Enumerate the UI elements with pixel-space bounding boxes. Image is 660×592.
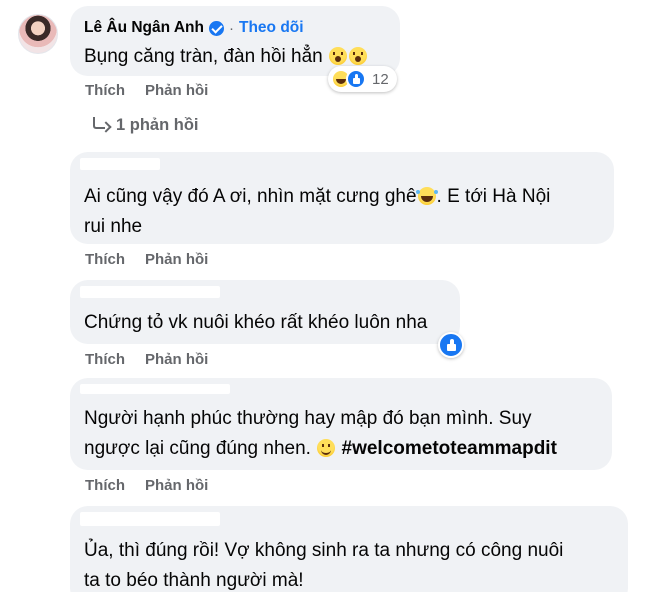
like-button[interactable]: Thích — [85, 477, 125, 494]
reply-button[interactable]: Phản hồi — [145, 251, 208, 268]
follow-button[interactable]: Theo dõi — [239, 19, 304, 37]
redacted-author-name — [80, 286, 220, 298]
comment-bubble-3: Chứng tỏ vk nuôi khéo rất khéo luôn nha — [70, 280, 460, 344]
view-replies-link[interactable]: 1 phản hồi — [90, 114, 199, 136]
comment-actions: Thích Phản hồi — [85, 82, 208, 99]
comment-actions: Thích Phản hồi — [85, 251, 208, 268]
reply-button[interactable]: Phản hồi — [145, 82, 208, 99]
comment-bubble-2: Ai cũng vậy đó A ơi, nhìn mặt cưng ghê. … — [70, 152, 614, 244]
comment-text: Chứng tỏ vk nuôi khéo rất khéo luôn nha — [84, 312, 428, 333]
comment-actions: Thích Phản hồi — [85, 351, 208, 368]
redacted-author-name — [80, 158, 160, 170]
hashtag-link[interactable]: #welcometoteammapdit — [342, 438, 557, 459]
comment-header: Lê Âu Ngân Anh · Theo dõi — [84, 16, 304, 40]
like-reaction-icon — [346, 69, 366, 89]
view-replies-label: 1 phản hồi — [116, 115, 199, 134]
comment-text: Bụng căng tràn, đàn hồi hẳn — [84, 42, 368, 72]
astonished-face-icon — [349, 47, 368, 65]
comment-author[interactable]: Lê Âu Ngân Anh — [84, 19, 204, 37]
smiling-face-icon — [317, 439, 336, 457]
comment-text: Ai cũng vậy đó A ơi, nhìn mặt cưng ghê. … — [84, 186, 551, 237]
like-reaction-icon[interactable] — [438, 332, 464, 358]
redacted-author-name — [80, 512, 220, 526]
like-button[interactable]: Thích — [85, 251, 125, 268]
astonished-face-icon — [329, 47, 348, 65]
reply-arrow-icon — [90, 116, 112, 134]
like-button[interactable]: Thích — [85, 351, 125, 368]
like-button[interactable]: Thích — [85, 82, 125, 99]
reply-button[interactable]: Phản hồi — [145, 477, 208, 494]
comment-text: Ủa, thì đúng rồi! Vợ không sinh ra ta nh… — [84, 540, 564, 591]
rolling-laughing-face-icon — [415, 187, 436, 205]
verified-badge-icon — [208, 20, 224, 36]
reaction-count: 12 — [372, 70, 389, 88]
redacted-author-name — [80, 384, 230, 394]
reply-button[interactable]: Phản hồi — [145, 351, 208, 368]
comment-text: Người hạnh phúc thường hay mập đó bạn mì… — [84, 408, 557, 459]
comment-actions: Thích Phản hồi — [85, 477, 208, 494]
reaction-summary[interactable]: 12 — [328, 66, 397, 92]
comment-bubble-5: Ủa, thì đúng rồi! Vợ không sinh ra ta nh… — [70, 506, 628, 592]
separator-dot: · — [228, 19, 234, 37]
comment-bubble-4: Người hạnh phúc thường hay mập đó bạn mì… — [70, 378, 612, 470]
avatar[interactable] — [18, 14, 58, 54]
